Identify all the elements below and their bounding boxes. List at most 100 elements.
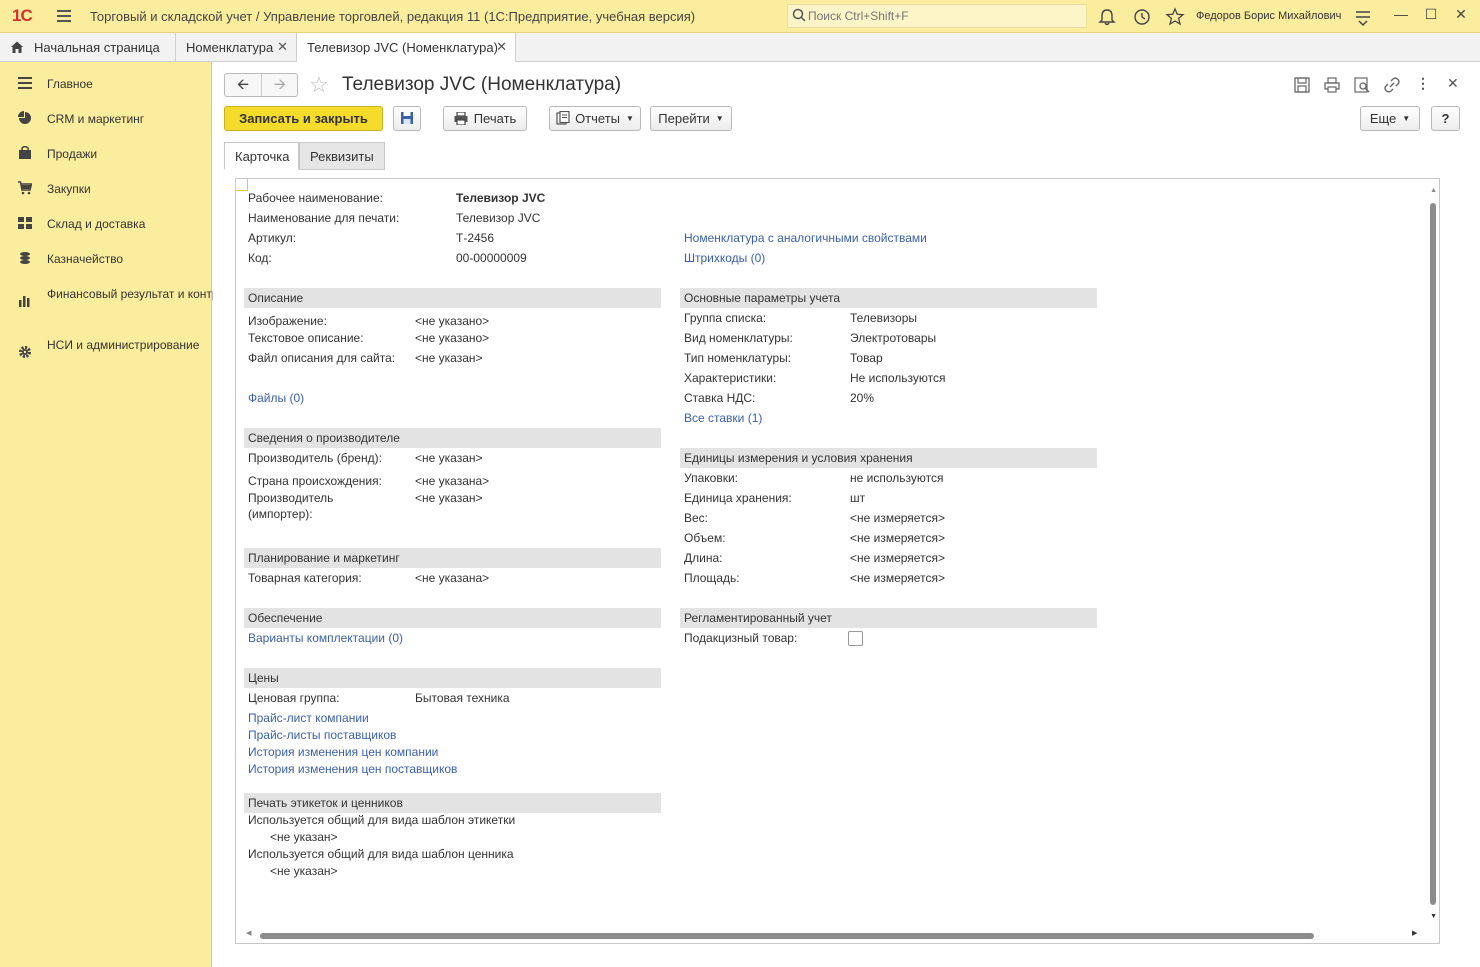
horizontal-scrollbar[interactable] [260,933,1314,939]
vat-value[interactable]: 20% [850,391,874,405]
tab-home[interactable]: Начальная страница [0,33,176,62]
goto-button[interactable]: Перейти ▼ [650,106,732,131]
type-value[interactable]: Товар [850,351,883,365]
grid-icon [18,217,32,229]
sidebar-item-label: Финансовый результат и контроллинг [47,287,257,301]
main-menu-icon[interactable] [57,10,71,22]
volume-label: Объем: [684,531,726,545]
importer-value[interactable]: <не указан> [415,491,483,505]
maximize-button[interactable]: ☐ [1420,6,1442,26]
type-label: Тип номенклатуры: [684,351,792,365]
link-icon[interactable] [1383,76,1401,94]
files-link[interactable]: Файлы (0) [248,391,304,405]
form-area: 🡨 🡪 ☆ Телевизор JVC (Номенклатура) ⋮ ✕ З… [213,62,1480,967]
supplier-pricelists-link[interactable]: Прайс-листы поставщиков [248,728,396,742]
printer-icon[interactable] [1323,76,1341,94]
label-template-value[interactable]: <не указан> [270,830,338,844]
favorite-star-icon[interactable]: ☆ [309,72,329,98]
list-group-label: Группа списка: [684,311,767,325]
sidebar-item-label: Склад и доставка [47,217,146,231]
barcodes-link[interactable]: Штрихкоды (0) [684,251,765,265]
page-title: Телевизор JVC (Номенклатура) [342,74,622,95]
scroll-left-arrow[interactable]: ◀ [246,929,251,937]
back-arrow-icon[interactable]: 🡨 [225,74,261,96]
scroll-right-arrow[interactable]: ▶ [1412,929,1417,937]
scroll-up-arrow[interactable]: ▲ [1430,187,1437,194]
vertical-scrollbar[interactable] [1430,203,1436,905]
button-label: Печать [473,111,517,126]
storage-unit-value[interactable]: шт [850,491,865,505]
kind-value[interactable]: Электротовары [850,331,936,345]
forward-arrow-icon[interactable]: 🡪 [262,74,298,96]
close-window-button[interactable]: ✕ [1450,6,1472,26]
global-search[interactable] [787,4,1087,28]
print-name-value[interactable]: Телевизор JVC [456,211,540,225]
kits-link[interactable]: Варианты комплектации (0) [248,631,403,645]
volume-value[interactable]: <не измеряется> [850,531,945,545]
code-value[interactable]: 00-00000009 [456,251,527,265]
tag-template-text: Используется общий для вида шаблон ценни… [248,847,514,861]
save-button[interactable] [393,106,421,131]
settings-lines-icon[interactable] [1353,7,1373,27]
minimize-button[interactable]: — [1390,6,1412,26]
article-value[interactable]: Т-2456 [456,231,494,245]
category-value[interactable]: <не указана> [415,571,489,585]
similar-nomenclature-link[interactable]: Номенклатура с аналогичными свойствами [684,231,927,245]
code-label: Код: [248,251,272,265]
current-user[interactable]: Федоров Борис Михайлович [1196,10,1341,22]
supplier-price-history-link[interactable]: История изменения цен поставщиков [248,762,457,776]
printer-icon [454,111,468,126]
country-label: Страна происхождения: [248,474,382,488]
close-tab-icon[interactable]: ✕ [277,39,288,55]
tab-nomenclature[interactable]: Номенклатура ✕ [176,33,297,62]
section-accounting: Основные параметры учета [680,288,1097,308]
brand-value[interactable]: <не указан> [415,451,483,465]
history-icon[interactable] [1132,7,1152,27]
section-regulated: Регламентированный учет [680,608,1097,628]
packs-value[interactable]: не используются [850,471,943,485]
favorites-star-icon[interactable] [1165,7,1185,27]
save-and-close-button[interactable]: Записать и закрыть [224,106,383,131]
list-group-value[interactable]: Телевизоры [850,311,917,325]
print-button[interactable]: Печать [443,106,527,131]
brand-label: Производитель (бренд): [248,451,382,465]
app-logo[interactable]: 1С [12,6,33,26]
reports-button[interactable]: Отчеты ▼ [549,106,641,131]
sidebar-item-label: CRM и маркетинг [47,112,145,126]
more-button[interactable]: Еще ▼ [1360,106,1420,131]
image-value[interactable]: <не указано> [415,314,489,328]
price-group-value[interactable]: Бытовая техника [415,691,510,705]
weight-value[interactable]: <не измеряется> [850,511,945,525]
tab-requisites[interactable]: Реквизиты [299,142,385,170]
tag-template-value[interactable]: <не указан> [270,864,338,878]
excise-checkbox[interactable] [848,631,863,646]
company-price-history-link[interactable]: История изменения цен компании [248,745,438,759]
preview-icon[interactable] [1353,76,1371,94]
close-form-icon[interactable]: ✕ [1447,75,1459,92]
excise-label: Подакцизный товар: [684,631,798,645]
close-tab-icon[interactable]: ✕ [496,39,507,55]
length-value[interactable]: <не измеряется> [850,551,945,565]
all-rates-link[interactable]: Все ставки (1) [684,411,762,425]
scroll-down-arrow[interactable]: ▼ [1430,913,1437,920]
vat-label: Ставка НДС: [684,391,756,405]
price-group-label: Ценовая группа: [248,691,340,705]
menu-lines-icon [18,77,32,89]
section-manufacturer: Сведения о производителе [244,428,661,448]
characteristics-value[interactable]: Не используются [850,371,946,385]
search-input[interactable] [808,7,1078,25]
bell-icon[interactable] [1097,7,1117,27]
site-file-value[interactable]: <не указан> [415,351,483,365]
work-name-value[interactable]: Телевизор JVC [456,191,545,205]
cart-icon [18,181,32,195]
company-pricelist-link[interactable]: Прайс-лист компании [248,711,369,725]
save-disk-icon[interactable] [1293,76,1311,94]
tab-tv-jvc[interactable]: Телевизор JVC (Номенклатура) ✕ [297,33,516,63]
country-value[interactable]: <не указана> [415,474,489,488]
help-button[interactable]: ? [1431,106,1460,131]
area-value[interactable]: <не измеряется> [850,571,945,585]
bar-chart-icon [19,296,30,307]
more-vertical-icon[interactable]: ⋮ [1416,75,1430,92]
text-description-value[interactable]: <не указано> [415,331,489,345]
tab-card[interactable]: Карточка [224,142,299,170]
